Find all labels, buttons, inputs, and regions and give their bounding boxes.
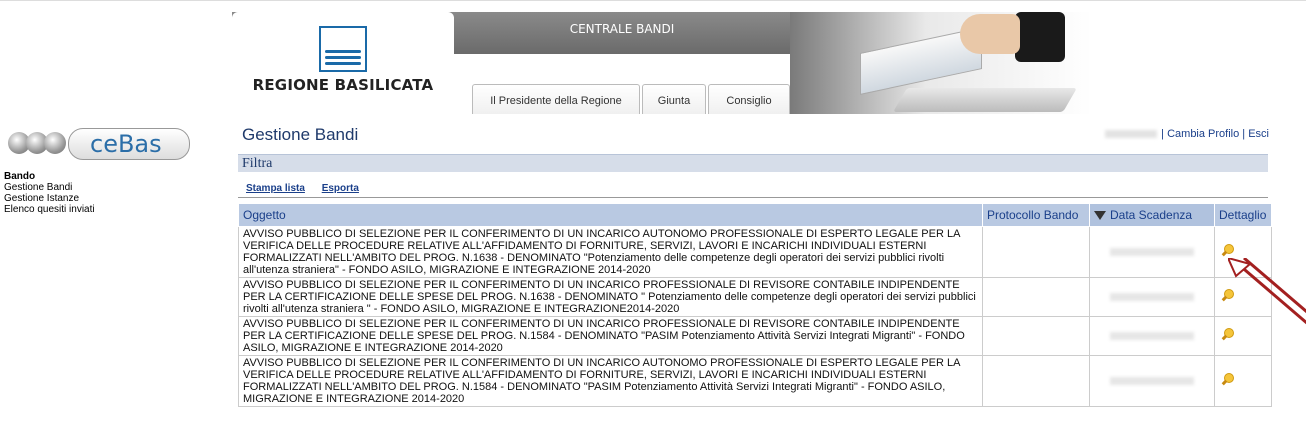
hand-graphic (960, 14, 1020, 54)
esci-link[interactable]: Esci (1248, 128, 1269, 140)
filter-panel[interactable]: Filtra (238, 154, 1268, 172)
date-redacted (1110, 332, 1194, 340)
cell-oggetto: AVVISO PUBBLICO DI SELEZIONE PER IL CONF… (238, 355, 983, 407)
user-links: | Cambia Profilo | Esci (1105, 128, 1269, 140)
table-row: AVVISO PUBBLICO DI SELEZIONE PER IL CONF… (238, 277, 1272, 317)
sidebar-item-gestione-istanze[interactable]: Gestione Istanze (4, 193, 95, 204)
tab-giunta[interactable]: Giunta (642, 84, 706, 114)
cell-protocollo (982, 355, 1090, 407)
col-protocollo[interactable]: Protocollo Bando (982, 203, 1090, 227)
central-title: CENTRALE BANDI (569, 22, 675, 36)
stampa-lista-link[interactable]: Stampa lista (246, 183, 305, 194)
tab-consiglio[interactable]: Consiglio (708, 84, 790, 114)
cell-oggetto: AVVISO PUBBLICO DI SELEZIONE PER IL CONF… (238, 226, 983, 278)
region-name: REGIONE BASILICATA (252, 76, 434, 94)
cell-protocollo (982, 226, 1090, 278)
cebas-logo-text: ceBas (90, 130, 162, 158)
arrow-pointer-icon (1228, 258, 1306, 325)
cell-data-scadenza (1089, 226, 1215, 278)
date-redacted (1110, 293, 1194, 301)
keyboard-graphic (893, 88, 1077, 112)
top-border (0, 0, 1306, 1)
region-crest-icon (319, 26, 367, 72)
esporta-link[interactable]: Esporta (322, 183, 359, 194)
cell-oggetto: AVVISO PUBBLICO DI SELEZIONE PER IL CONF… (238, 277, 983, 317)
date-redacted (1110, 377, 1194, 385)
table-row: AVVISO PUBBLICO DI SELEZIONE PER IL CONF… (238, 355, 1272, 407)
filter-label[interactable]: Filtra (242, 156, 272, 172)
bandi-table: Oggetto Protocollo Bando Data Scadenza D… (238, 203, 1272, 407)
cambia-profilo-link[interactable]: Cambia Profilo (1167, 128, 1239, 140)
tab-presidente[interactable]: Il Presidente della Regione (472, 84, 640, 114)
magnifier-icon[interactable] (1221, 372, 1235, 387)
page-title: Gestione Bandi (242, 125, 359, 144)
cell-data-scadenza (1089, 316, 1215, 356)
cell-data-scadenza (1089, 355, 1215, 407)
table-row: AVVISO PUBBLICO DI SELEZIONE PER IL CONF… (238, 226, 1272, 278)
col-oggetto[interactable]: Oggetto (238, 203, 983, 227)
sidebar-menu: Bando Gestione Bandi Gestione Istanze El… (4, 171, 95, 215)
cebas-logo: ceBas (8, 126, 190, 162)
sidebar-item-gestione-bandi[interactable]: Gestione Bandi (4, 182, 95, 193)
user-name-redacted (1105, 130, 1158, 139)
sort-down-icon (1094, 211, 1106, 221)
sleeve-graphic (1015, 12, 1065, 62)
cell-protocollo (982, 277, 1090, 317)
col-data-scadenza-label: Data Scadenza (1110, 208, 1193, 222)
cell-data-scadenza (1089, 277, 1215, 317)
sidebar-item-bando[interactable]: Bando (4, 171, 95, 182)
cell-protocollo (982, 316, 1090, 356)
cell-oggetto: AVVISO PUBBLICO DI SELEZIONE PER IL CONF… (238, 316, 983, 356)
date-redacted (1110, 248, 1194, 256)
table-row: AVVISO PUBBLICO DI SELEZIONE PER IL CONF… (238, 316, 1272, 356)
col-data-scadenza[interactable]: Data Scadenza (1089, 203, 1215, 227)
list-actions: Stampa lista Esporta (246, 183, 373, 194)
cell-dettaglio (1214, 355, 1272, 407)
col-dettaglio: Dettaglio (1214, 203, 1272, 227)
magnifier-icon[interactable] (1221, 243, 1235, 258)
table-header-row: Oggetto Protocollo Bando Data Scadenza D… (238, 203, 1272, 227)
sidebar-item-elenco-quesiti[interactable]: Elenco quesiti inviati (4, 204, 95, 215)
divider (238, 197, 1268, 198)
